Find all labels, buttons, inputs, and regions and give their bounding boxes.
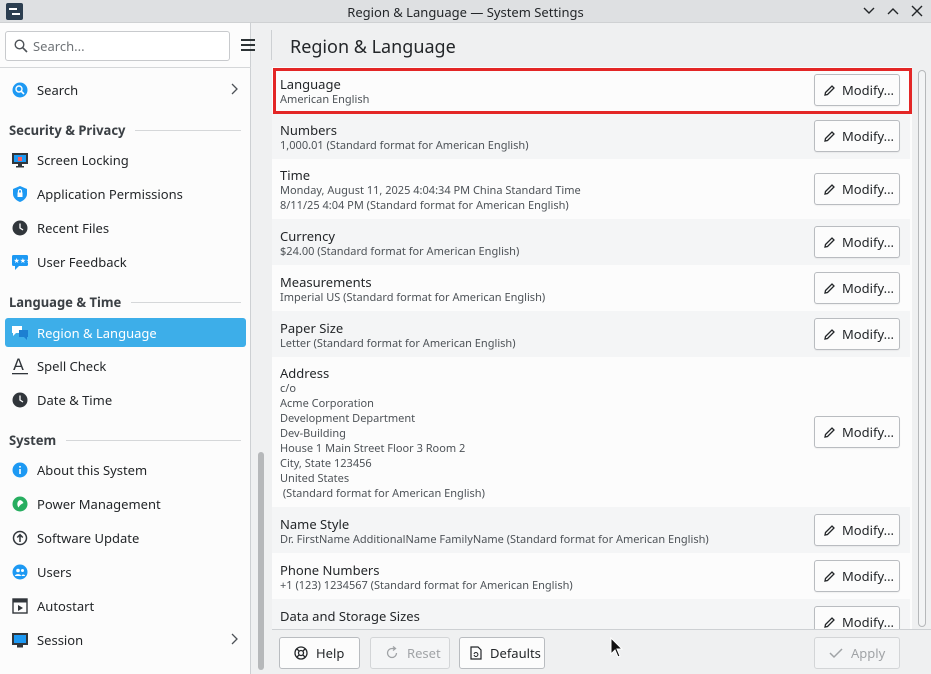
update-icon bbox=[11, 529, 29, 547]
hamburger-menu-button[interactable] bbox=[239, 37, 257, 53]
pencil-icon bbox=[823, 328, 836, 341]
row-currency: Currency $24.00 (Standard format for Ame… bbox=[272, 219, 910, 265]
page-title: Region & Language bbox=[290, 35, 456, 59]
row-paper-size: Paper Size Letter (Standard format for A… bbox=[272, 311, 910, 357]
clock-icon bbox=[11, 219, 29, 237]
pencil-icon bbox=[823, 183, 836, 196]
row-language: Language American English Modify... bbox=[272, 67, 910, 113]
sidebar-item-search[interactable]: Search bbox=[5, 75, 246, 104]
info-icon bbox=[11, 461, 29, 479]
session-icon bbox=[11, 631, 29, 649]
row-data-storage-sizes: Data and Storage Sizes Modify... bbox=[272, 599, 910, 629]
sidebar-item-power-management[interactable]: Power Management bbox=[5, 489, 246, 518]
minimize-button[interactable] bbox=[860, 2, 878, 20]
checkmark-icon bbox=[829, 647, 843, 659]
maximize-button[interactable] bbox=[884, 2, 902, 20]
footer-bar: Help Reset Defaults Apply bbox=[272, 629, 931, 674]
chevron-up-icon bbox=[887, 8, 899, 15]
row-name-style: Name Style Dr. FirstName AdditionalName … bbox=[272, 507, 910, 553]
defaults-button[interactable]: Defaults bbox=[459, 637, 545, 669]
pencil-icon bbox=[823, 524, 836, 537]
sidebar-item-software-update[interactable]: Software Update bbox=[5, 523, 246, 552]
modify-currency-button[interactable]: Modify... bbox=[814, 226, 900, 258]
window-title: Region & Language — System Settings bbox=[347, 3, 584, 21]
autostart-icon bbox=[11, 597, 29, 615]
region-language-icon bbox=[11, 324, 29, 342]
sidebar-item-about-system[interactable]: About this System bbox=[5, 455, 246, 484]
modify-numbers-button[interactable]: Modify... bbox=[814, 120, 900, 152]
header-divider bbox=[271, 30, 272, 60]
row-address: Address c/o Acme Corporation Development… bbox=[272, 357, 910, 507]
chevron-right-icon bbox=[231, 83, 238, 95]
row-phone-numbers: Phone Numbers +1 (123) 1234567 (Standard… bbox=[272, 553, 910, 599]
close-icon bbox=[911, 5, 923, 17]
sidebar-header-separator bbox=[0, 67, 251, 68]
apply-button[interactable]: Apply bbox=[814, 637, 900, 669]
sidebar-item-user-feedback[interactable]: ★★★ User Feedback bbox=[5, 247, 246, 276]
sidebar-item-application-permissions[interactable]: Application Permissions bbox=[5, 179, 246, 208]
row-numbers: Numbers 1,000.01 (Standard format for Am… bbox=[272, 113, 910, 159]
sidebar-item-screen-locking[interactable]: Screen Locking bbox=[5, 145, 246, 174]
settings-list: Language American English Modify... Numb… bbox=[272, 67, 912, 629]
row-time: Time Monday, August 11, 2025 4:04:34 PM … bbox=[272, 159, 910, 219]
close-button[interactable] bbox=[908, 2, 926, 20]
modify-language-button[interactable]: Modify... bbox=[814, 74, 900, 106]
search-input[interactable] bbox=[33, 37, 223, 55]
pencil-icon bbox=[823, 236, 836, 249]
search-icon bbox=[14, 39, 28, 53]
mouse-cursor-icon bbox=[610, 637, 624, 658]
svg-text:A: A bbox=[13, 357, 24, 374]
section-system: System bbox=[9, 431, 241, 449]
reset-button[interactable]: Reset bbox=[370, 637, 450, 669]
search-field[interactable] bbox=[5, 31, 230, 61]
svg-text:★★★: ★★★ bbox=[14, 257, 30, 265]
pencil-icon bbox=[823, 426, 836, 439]
clock-icon bbox=[11, 391, 29, 409]
pencil-icon bbox=[823, 282, 836, 295]
modify-phone-numbers-button[interactable]: Modify... bbox=[814, 560, 900, 592]
screen-lock-icon bbox=[11, 151, 29, 169]
modify-time-button[interactable]: Modify... bbox=[814, 173, 900, 205]
content-scrollbar[interactable] bbox=[918, 70, 926, 627]
users-icon bbox=[11, 563, 29, 581]
sidebar-item-region-language[interactable]: Region & Language bbox=[5, 318, 246, 347]
section-security-privacy: Security & Privacy bbox=[9, 121, 241, 139]
row-measurements: Measurements Imperial US (Standard forma… bbox=[272, 265, 910, 311]
pencil-icon bbox=[823, 130, 836, 143]
section-language-time: Language & Time bbox=[9, 293, 241, 311]
pencil-icon bbox=[823, 570, 836, 583]
sidebar-item-autostart[interactable]: Autostart bbox=[5, 591, 246, 620]
document-icon bbox=[470, 646, 482, 660]
sidebar-item-spell-check[interactable]: A Spell Check bbox=[5, 351, 246, 380]
reset-icon bbox=[385, 646, 399, 660]
pencil-icon bbox=[823, 84, 836, 97]
modify-paper-size-button[interactable]: Modify... bbox=[814, 318, 900, 350]
modify-measurements-button[interactable]: Modify... bbox=[814, 272, 900, 304]
sidebar-scrollbar[interactable] bbox=[258, 452, 264, 670]
feedback-icon: ★★★ bbox=[11, 253, 29, 271]
search-icon bbox=[11, 81, 29, 99]
sidebar-item-date-time[interactable]: Date & Time bbox=[5, 385, 246, 414]
modify-data-storage-button[interactable]: Modify... bbox=[814, 606, 900, 629]
pencil-icon bbox=[823, 616, 836, 629]
sidebar: Search Security & Privacy Screen Locking… bbox=[0, 23, 255, 674]
spell-check-icon: A bbox=[11, 357, 29, 375]
sidebar-item-session[interactable]: Session bbox=[5, 625, 246, 654]
sidebar-item-users[interactable]: Users bbox=[5, 557, 246, 586]
shield-icon bbox=[11, 185, 29, 203]
chevron-down-icon bbox=[863, 7, 875, 14]
sidebar-item-recent-files[interactable]: Recent Files bbox=[5, 213, 246, 242]
title-bar: Region & Language — System Settings bbox=[0, 0, 931, 23]
modify-address-button[interactable]: Modify... bbox=[814, 416, 900, 448]
power-icon bbox=[11, 495, 29, 513]
help-button[interactable]: Help bbox=[279, 637, 360, 669]
modify-name-style-button[interactable]: Modify... bbox=[814, 514, 900, 546]
help-icon bbox=[294, 646, 308, 660]
chevron-right-icon bbox=[231, 633, 238, 645]
